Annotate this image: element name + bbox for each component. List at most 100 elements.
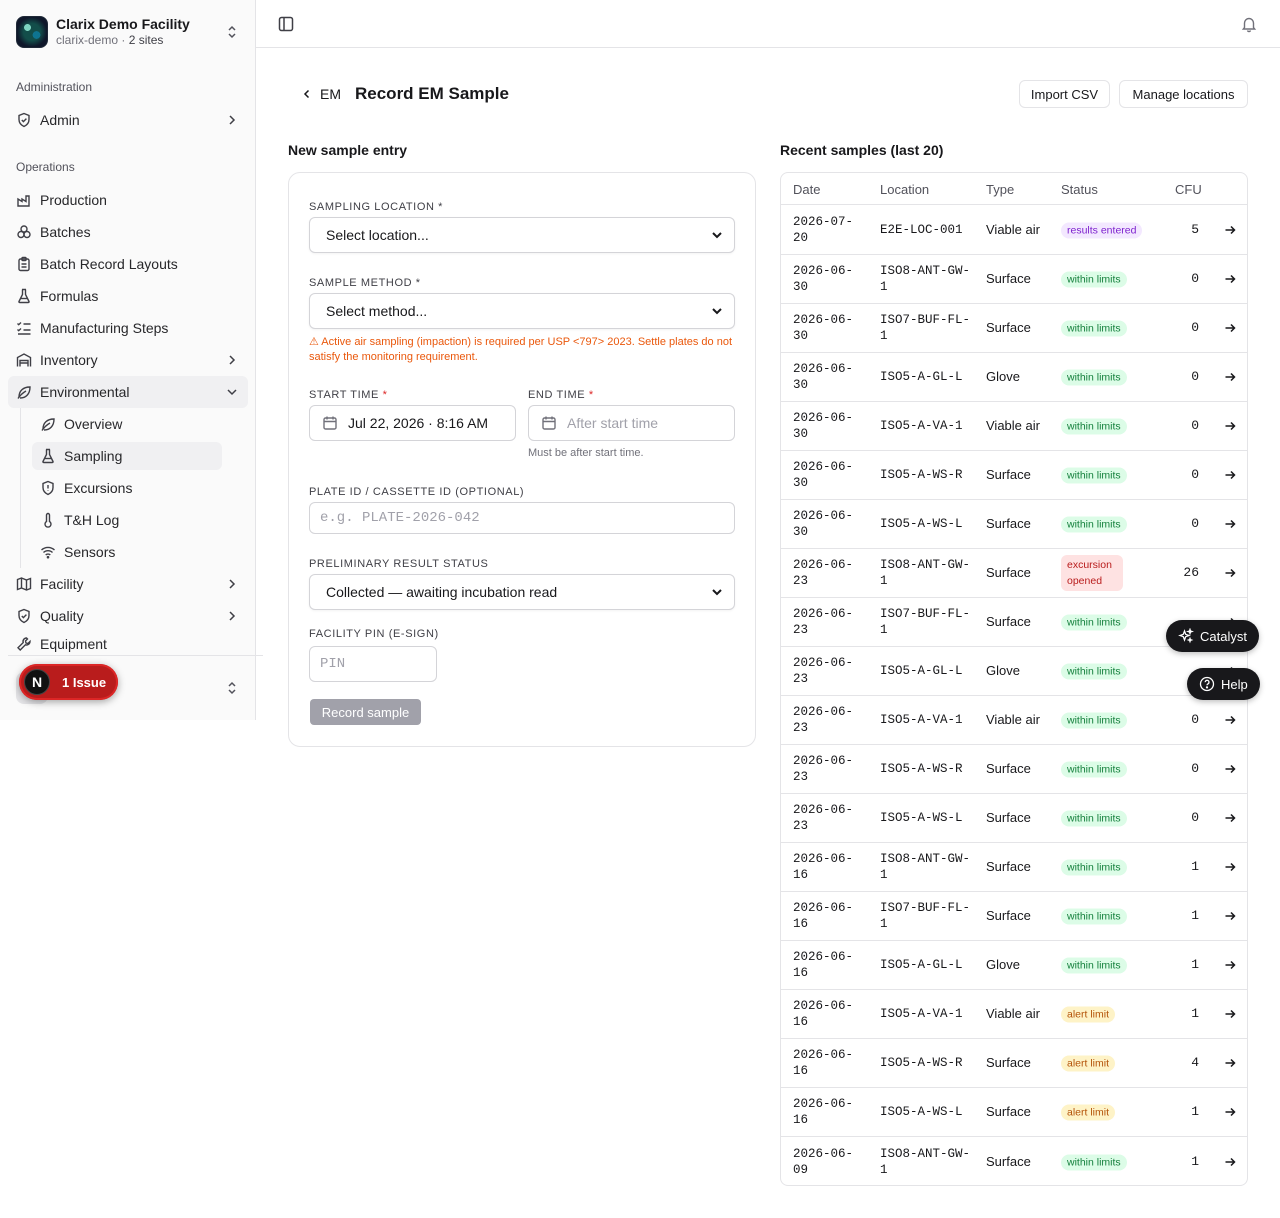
sidebar-toggle-icon[interactable]	[276, 14, 296, 34]
facility-pin-input[interactable]	[309, 646, 437, 682]
arrow-right-icon[interactable]	[1223, 958, 1237, 972]
issues-badge[interactable]: N 1 Issue	[19, 664, 118, 700]
start-time-picker[interactable]: Jul 22, 2026 · 8:16 AM	[309, 405, 516, 441]
arrow-right-icon[interactable]	[1223, 762, 1237, 776]
sidebar-item-manufacturing-steps[interactable]: Manufacturing Steps	[8, 312, 248, 344]
arrow-right-icon[interactable]	[1223, 468, 1237, 482]
chevron-right-icon	[229, 355, 236, 365]
chevron-left-icon	[303, 89, 310, 99]
table-row[interactable]: 2026-06-16 ISO5-A-WS-R Surface alert limit 4	[781, 1039, 1247, 1088]
cell-type: Viable air	[986, 712, 1040, 727]
help-button[interactable]: Help	[1187, 668, 1260, 700]
table-row[interactable]: 2026-06-30 ISO8-ANT-GW-1 Surface within lim…	[781, 255, 1247, 304]
cell-cfu: 4	[1191, 1055, 1199, 1070]
arrow-right-icon[interactable]	[1223, 713, 1237, 727]
arrow-right-icon[interactable]	[1223, 321, 1237, 335]
table-row[interactable]: 2026-06-23 ISO5-A-GL-L Glove within limits	[781, 647, 1247, 696]
arrow-right-icon[interactable]	[1223, 1056, 1237, 1070]
start-time-value: Jul 22, 2026 · 8:16 AM	[348, 415, 489, 431]
form-section-title: New sample entry	[288, 142, 408, 158]
table-row[interactable]: 2026-06-30 ISO7-BUF-FL-1 Surface within lim…	[781, 304, 1247, 353]
flask-icon	[42, 448, 54, 464]
arrow-right-icon[interactable]	[1223, 860, 1237, 874]
sidebar-item-label: Quality	[40, 608, 84, 624]
sidebar-subitem-sensors[interactable]: Sensors	[32, 538, 222, 566]
table-row[interactable]: 2026-06-30 ISO5-A-WS-L Surface within limit…	[781, 500, 1247, 549]
cell-cfu: 1	[1191, 1006, 1199, 1021]
cell-type: Glove	[986, 957, 1020, 972]
sidebar-item-equipment[interactable]: Equipment	[8, 632, 248, 656]
table-row[interactable]: 2026-06-30 ISO5-A-WS-R Surface within limit…	[781, 451, 1247, 500]
arrow-right-icon[interactable]	[1223, 909, 1237, 923]
sidebar-item-facility[interactable]: Facility	[8, 568, 248, 600]
chevron-down-icon	[712, 589, 722, 596]
sidebar-item-inventory[interactable]: Inventory	[8, 344, 248, 376]
cell-type: Surface	[986, 1104, 1031, 1119]
field-label-plate-id: PLATE ID / CASSETTE ID (OPTIONAL)	[309, 486, 525, 498]
import-csv-button[interactable]: Import CSV	[1019, 80, 1110, 108]
table-row[interactable]: 2026-06-16 ISO7-BUF-FL-1 Surface within lim…	[781, 892, 1247, 941]
calendar-icon	[542, 416, 556, 430]
cell-location: ISO5-A-WS-R	[880, 762, 963, 776]
status-badge: within limits	[1061, 663, 1127, 680]
table-row[interactable]: 2026-06-09 ISO8-ANT-GW-1 Surface within lim…	[781, 1137, 1247, 1185]
arrow-right-icon[interactable]	[1223, 1155, 1237, 1169]
manage-locations-button[interactable]: Manage locations	[1119, 80, 1248, 108]
table-row[interactable]: 2026-06-23 ISO5-A-VA-1 Viable air within li…	[781, 696, 1247, 745]
record-sample-button[interactable]: Record sample	[310, 699, 421, 725]
bell-icon[interactable]	[1240, 15, 1258, 33]
arrow-right-icon[interactable]	[1223, 223, 1237, 237]
table-row[interactable]: 2026-06-30 ISO5-A-VA-1 Viable air within li…	[781, 402, 1247, 451]
sampling-location-select[interactable]: Select location...	[309, 217, 735, 253]
arrow-right-icon[interactable]	[1223, 811, 1237, 825]
back-link-label: EM	[320, 86, 341, 102]
cell-date: 2026-06-30	[793, 264, 854, 294]
sidebar-item-environmental[interactable]: Environmental	[8, 376, 248, 408]
table-row[interactable]: 2026-06-16 ISO5-A-VA-1 Viable air alert lim…	[781, 990, 1247, 1039]
sidebar-subitem-th-log[interactable]: T&H Log	[32, 506, 222, 534]
cell-date: 2026-06-23	[793, 705, 854, 735]
back-link[interactable]: EM	[300, 84, 341, 104]
sidebar-subitem-excursions[interactable]: Excursions	[32, 474, 222, 502]
leaf-icon	[41, 418, 55, 431]
arrow-right-icon[interactable]	[1223, 419, 1237, 433]
sidebar-item-batches[interactable]: Batches	[8, 216, 248, 248]
arrow-right-icon[interactable]	[1223, 1007, 1237, 1021]
cell-type: Surface	[986, 908, 1031, 923]
table-row[interactable]: 2026-06-16 ISO5-A-WS-L Surface alert limit 1	[781, 1088, 1247, 1137]
sidebar-item-quality[interactable]: Quality	[8, 600, 248, 632]
result-status-select[interactable]: Collected — awaiting incubation read	[309, 574, 735, 610]
arrow-right-icon[interactable]	[1223, 566, 1237, 580]
catalyst-label: Catalyst	[1200, 628, 1247, 644]
arrow-right-icon[interactable]	[1223, 1105, 1237, 1119]
table-row[interactable]: 2026-06-16 ISO8-ANT-GW-1 Surface within lim…	[781, 843, 1247, 892]
status-badge: within limits	[1061, 908, 1127, 925]
table-row[interactable]: 2026-06-23 ISO5-A-WS-L Surface within limit…	[781, 794, 1247, 843]
field-label-text: SAMPLING LOCATION	[309, 201, 435, 213]
cell-status: within limits	[1061, 369, 1151, 386]
table-row[interactable]: 2026-06-16 ISO5-A-GL-L Glove within limits 1	[781, 941, 1247, 990]
table-row[interactable]: 2026-06-23 ISO8-ANT-GW-1 Surface excursion …	[781, 549, 1247, 598]
facility-switcher[interactable]: Clarix Demo Facility clarix-demo · 2 sit…	[8, 8, 248, 56]
cell-status: within limits	[1061, 467, 1151, 484]
cell-date: 2026-06-16	[793, 999, 854, 1029]
plate-id-input[interactable]	[309, 502, 735, 534]
sidebar-item-admin[interactable]: Admin	[8, 104, 248, 136]
arrow-right-icon[interactable]	[1223, 272, 1237, 286]
status-badge: within limits	[1061, 810, 1127, 827]
table-row[interactable]: 2026-07-20 E2E-LOC-001 Viable air results e…	[781, 206, 1247, 255]
sample-method-select[interactable]: Select method...	[309, 293, 735, 329]
table-row[interactable]: 2026-06-23 ISO5-A-WS-R Surface within limit…	[781, 745, 1247, 794]
sidebar-item-production[interactable]: Production	[8, 184, 248, 216]
end-time-picker[interactable]: After start time	[528, 405, 735, 441]
arrow-right-icon[interactable]	[1223, 517, 1237, 531]
table-row[interactable]: 2026-06-30 ISO5-A-GL-L Glove within limits 0	[781, 353, 1247, 402]
sidebar-subitem-overview[interactable]: Overview	[32, 410, 222, 438]
catalyst-button[interactable]: Catalyst	[1166, 620, 1259, 652]
select-value: Select location...	[326, 227, 429, 243]
cell-type: Surface	[986, 565, 1031, 580]
sidebar-item-formulas[interactable]: Formulas	[8, 280, 248, 312]
sidebar-subitem-sampling[interactable]: Sampling	[32, 442, 222, 470]
sidebar-item-batch-record-layouts[interactable]: Batch Record Layouts	[8, 248, 248, 280]
arrow-right-icon[interactable]	[1223, 370, 1237, 384]
